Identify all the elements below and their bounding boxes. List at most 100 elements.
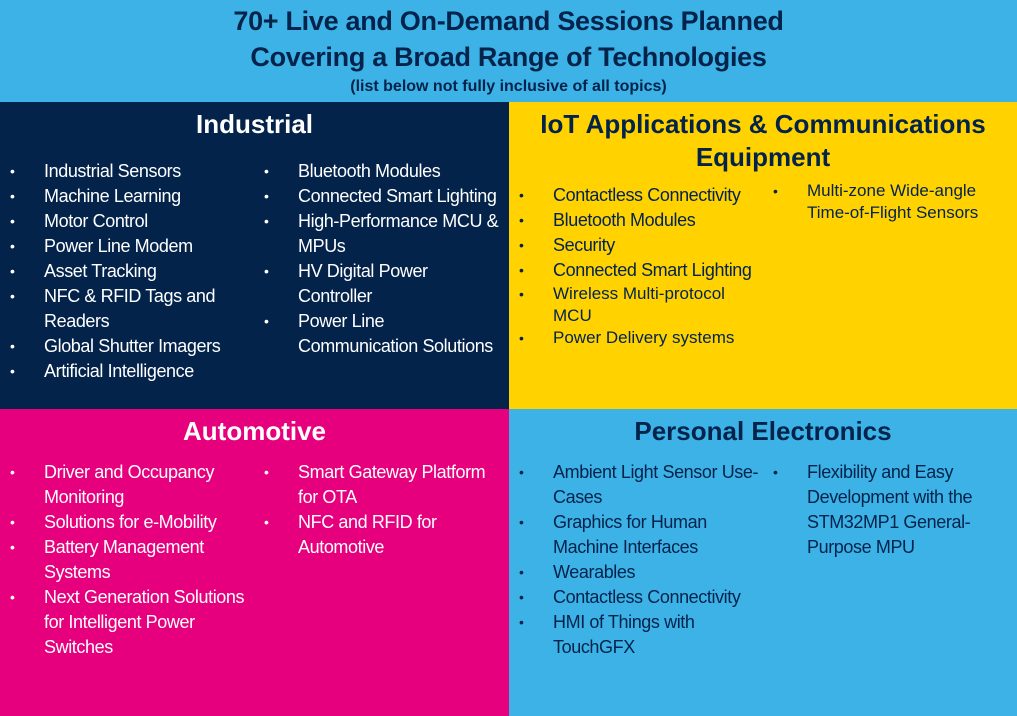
list-item: • Connected Smart Lighting	[509, 258, 759, 283]
list-item: • Ambient Light Sensor Use-Cases	[509, 460, 759, 510]
bullet-icon: •	[519, 464, 524, 480]
list-item-text: Graphics for Human Machine Interfaces	[553, 512, 707, 557]
list-item: • High-Performance MCU & MPUs	[254, 209, 504, 259]
list-item-text: Security	[553, 235, 615, 255]
list-item: • Solutions for e-Mobility	[0, 510, 250, 535]
automotive-title: Automotive	[183, 416, 326, 446]
list-item: • Power Delivery systems	[509, 327, 759, 349]
list-item-text: Ambient Light Sensor Use-Cases	[553, 462, 759, 507]
bullet-icon: •	[10, 163, 15, 179]
list-item: • Motor Control	[0, 209, 250, 234]
list-item: • Connected Smart Lighting	[254, 184, 504, 209]
list-item: • Industrial Sensors	[0, 159, 250, 184]
list-item-text: Driver and Occupancy Monitoring	[44, 462, 215, 507]
bullet-icon: •	[773, 464, 778, 480]
industrial-list-col2: • Bluetooth Modules • Connected Smart Light…	[254, 159, 504, 359]
headline-line-1: 70+ Live and On-Demand Sessions Planned	[233, 6, 784, 36]
list-item: • Global Shutter Imagers	[0, 334, 250, 359]
list-item: • Flexibility and Easy Development with t…	[763, 460, 1013, 560]
header-banner: 70+ Live and On-Demand Sessions Planned …	[0, 0, 1017, 102]
list-item: • Battery Management Systems	[0, 535, 250, 585]
list-item-text: Wireless Multi-protocol MCU	[553, 284, 725, 325]
headline-line-2: Covering a Broad Range of Technologies	[250, 42, 767, 72]
list-item-text: Smart Gateway Platform for OTA	[298, 462, 486, 507]
headline-note: (list below not fully inclusive of all t…	[350, 78, 667, 95]
bullet-icon: •	[264, 464, 269, 480]
list-item: • Contactless Connectivity	[509, 585, 759, 610]
list-item: • Artificial Intelligence	[0, 359, 250, 384]
bullet-icon: •	[10, 464, 15, 480]
list-item: • HV Digital Power Controller	[254, 259, 504, 309]
iot-list-col2: • Multi-zone Wide-angle Time-of-Flight Se…	[763, 180, 1013, 224]
list-item-text: NFC & RFID Tags and Readers	[44, 286, 216, 331]
list-item-text: Flexibility and Easy Development with th…	[807, 462, 973, 557]
bullet-icon: •	[264, 263, 269, 279]
list-item: • NFC & RFID Tags and Readers	[0, 284, 250, 334]
bullet-icon: •	[264, 514, 269, 530]
list-item-text: Artificial Intelligence	[44, 361, 194, 381]
list-item: • Driver and Occupancy Monitoring	[0, 460, 250, 510]
list-item: • Wireless Multi-protocol MCU	[509, 283, 759, 327]
bullet-icon: •	[264, 163, 269, 179]
bullet-icon: •	[519, 514, 524, 530]
list-item: • Multi-zone Wide-angle Time-of-Flight Se…	[763, 180, 1013, 224]
automotive-list-col2: • Smart Gateway Platform for OTA • NFC and …	[254, 460, 504, 560]
bullet-icon: •	[519, 614, 524, 630]
list-item-text: Bluetooth Modules	[553, 210, 696, 230]
industrial-panel: Industrial • Industrial Sensors • Machine L…	[0, 102, 509, 409]
list-item-text: HV Digital Power Controller	[298, 261, 428, 306]
list-item-text: Power Delivery systems	[553, 328, 735, 347]
bullet-icon: •	[519, 187, 524, 203]
bullet-icon: •	[10, 338, 15, 354]
personal-list-col2: • Flexibility and Easy Development with t…	[763, 460, 1013, 560]
list-item-text: Motor Control	[44, 211, 148, 231]
list-item: • Asset Tracking	[0, 259, 250, 284]
iot-title: IoT Applications & Communications Equipm…	[540, 109, 986, 172]
bullet-icon: •	[519, 589, 524, 605]
bullet-icon: •	[264, 188, 269, 204]
list-item: • Security	[509, 233, 759, 258]
list-item: • Machine Learning	[0, 184, 250, 209]
bullet-icon: •	[10, 288, 15, 304]
list-item-text: Asset Tracking	[44, 261, 157, 281]
bullet-icon: •	[519, 330, 524, 346]
list-item-text: Power Line Modem	[44, 236, 193, 256]
bullet-icon: •	[10, 188, 15, 204]
list-item-text: Multi-zone Wide-angle Time-of-Flight Sen…	[807, 181, 979, 222]
bullet-icon: •	[10, 514, 15, 530]
list-item-text: Industrial Sensors	[44, 161, 181, 181]
list-item: • Next Generation Solutions for Intellige…	[0, 585, 250, 660]
list-item-text: Bluetooth Modules	[298, 161, 441, 181]
list-item: • Bluetooth Modules	[254, 159, 504, 184]
list-item: • HMI of Things with TouchGFX	[509, 610, 759, 660]
personal-list-col1: • Ambient Light Sensor Use-Cases • Graphics…	[509, 460, 759, 660]
industrial-list-col1: • Industrial Sensors • Machine Learning • Mot…	[0, 159, 250, 384]
list-item: • Graphics for Human Machine Interfaces	[509, 510, 759, 560]
list-item-text: Connected Smart Lighting	[553, 260, 752, 280]
list-item-text: HMI of Things with TouchGFX	[553, 612, 695, 657]
list-item-text: NFC and RFID for Automotive	[298, 512, 437, 557]
list-item-text: Wearables	[553, 562, 636, 582]
list-item-text: Battery Management Systems	[44, 537, 204, 582]
list-item-text: Global Shutter Imagers	[44, 336, 221, 356]
iot-list-col1: • Contactless Connectivity • Bluetooth Modu…	[509, 183, 759, 349]
list-item: • Smart Gateway Platform for OTA	[254, 460, 504, 510]
list-item-text: Contactless Connectivity	[553, 587, 741, 607]
bullet-icon: •	[519, 286, 524, 302]
bullet-icon: •	[10, 363, 15, 379]
bullet-icon: •	[10, 263, 15, 279]
personal-electronics-panel: Personal Electronics • Ambient Light Sens…	[509, 409, 1017, 716]
list-item: • Contactless Connectivity	[509, 183, 759, 208]
bullet-icon: •	[10, 238, 15, 254]
bullet-icon: •	[519, 212, 524, 228]
industrial-title: Industrial	[195, 109, 313, 139]
list-item-text: Solutions for e-Mobility	[44, 512, 217, 532]
bullet-icon: •	[519, 564, 524, 580]
bullet-icon: •	[773, 183, 778, 199]
iot-panel: IoT Applications & Communications Equipm…	[509, 102, 1017, 409]
list-item-text: Next Generation Solutions for Intelligen…	[44, 587, 245, 657]
bullet-icon: •	[10, 539, 15, 555]
slide: 70+ Live and On-Demand Sessions Planned …	[0, 0, 1017, 716]
bullet-icon: •	[10, 213, 15, 229]
list-item-text: Connected Smart Lighting	[298, 186, 497, 206]
